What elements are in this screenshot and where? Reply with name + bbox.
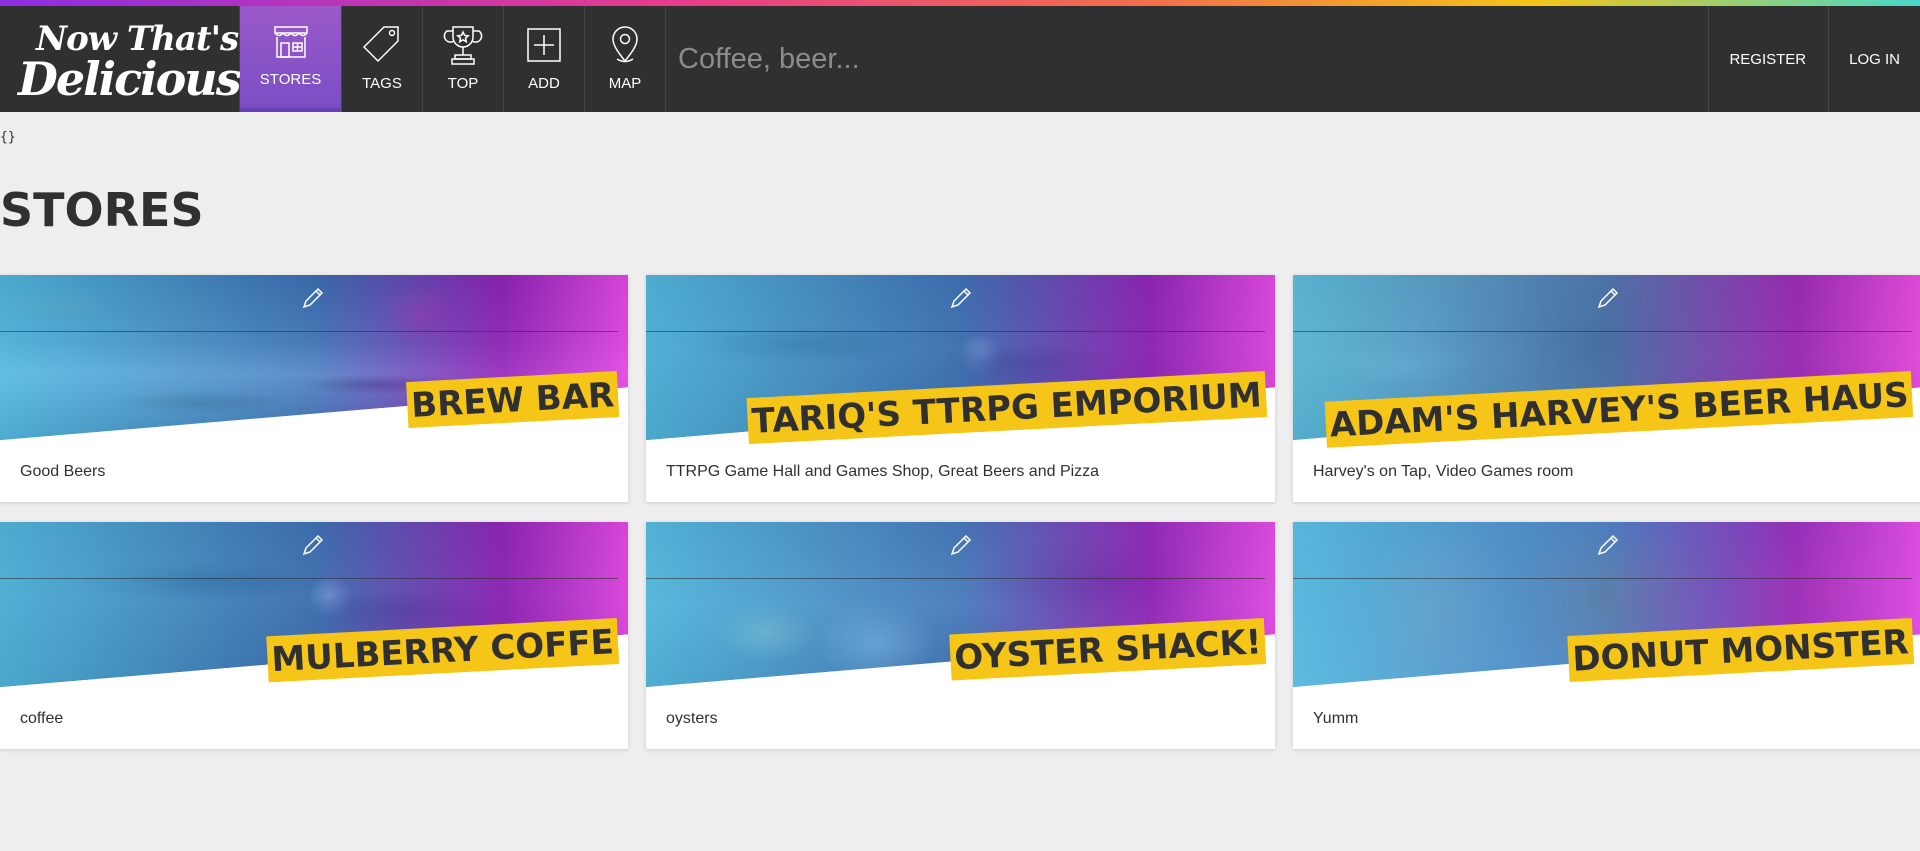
brand-line-2: Delicious! xyxy=(18,52,260,106)
nav-top-label: TOP xyxy=(447,75,479,92)
edit-icon[interactable] xyxy=(300,532,326,558)
nav-tags[interactable]: TAGS xyxy=(342,6,423,112)
store-grid: BREW BAR Good Beers TARIQ'S TTRPG EMPORI… xyxy=(0,275,1920,749)
nav-map-label: MAP xyxy=(608,75,642,92)
trophy-icon xyxy=(443,26,483,65)
search-bar xyxy=(666,6,1710,112)
search-input[interactable] xyxy=(676,41,1280,77)
page-title: STORES xyxy=(0,183,204,237)
debug-output: {} xyxy=(0,130,16,145)
nav-tags-label: TAGS xyxy=(362,75,402,92)
store-description: coffee xyxy=(20,710,64,727)
nav-stores-label: STORES xyxy=(259,71,322,88)
edit-icon[interactable] xyxy=(300,285,326,311)
store-card[interactable]: BREW BAR Good Beers xyxy=(0,275,628,502)
store-description: oysters xyxy=(666,710,718,727)
store-card[interactable]: OYSTER SHACK! oysters xyxy=(646,522,1275,749)
store-name[interactable]: BREW BAR xyxy=(406,371,620,429)
add-icon xyxy=(527,28,561,62)
store-card[interactable]: TARIQ'S TTRPG EMPORIUM TTRPG Game Hall a… xyxy=(646,275,1275,502)
edit-icon[interactable] xyxy=(1595,532,1621,558)
login-link[interactable]: LOG IN xyxy=(1828,6,1920,112)
edit-icon[interactable] xyxy=(1595,285,1621,311)
nav-add-label: ADD xyxy=(528,75,560,92)
top-navigation: Now That's Delicious! STORES TAGS TOP AD… xyxy=(0,6,1920,112)
nav-top[interactable]: TOP xyxy=(423,6,504,112)
nav-map[interactable]: MAP xyxy=(585,6,666,112)
store-description: Yumm xyxy=(1313,710,1359,727)
nav-stores[interactable]: STORES xyxy=(240,6,342,112)
edit-icon[interactable] xyxy=(948,532,974,558)
store-card[interactable]: DONUT MONSTER Yumm xyxy=(1293,522,1920,749)
store-card[interactable]: ADAM'S HARVEY'S BEER HAUS Harvey's on Ta… xyxy=(1293,275,1920,502)
map-pin-icon xyxy=(612,26,638,63)
store-description: Harvey's on Tap, Video Games room xyxy=(1313,463,1574,480)
store-description: TTRPG Game Hall and Games Shop, Great Be… xyxy=(666,463,1100,480)
edit-icon[interactable] xyxy=(948,285,974,311)
nav-add[interactable]: ADD xyxy=(504,6,585,112)
brand-logo[interactable]: Now That's Delicious! xyxy=(0,6,260,112)
register-link[interactable]: REGISTER xyxy=(1709,6,1828,112)
store-icon xyxy=(273,26,308,58)
auth-links: REGISTER LOG IN xyxy=(1709,6,1920,112)
store-card[interactable]: MULBERRY COFFE coffee xyxy=(0,522,628,749)
store-description: Good Beers xyxy=(20,463,106,480)
tag-icon xyxy=(362,26,399,63)
